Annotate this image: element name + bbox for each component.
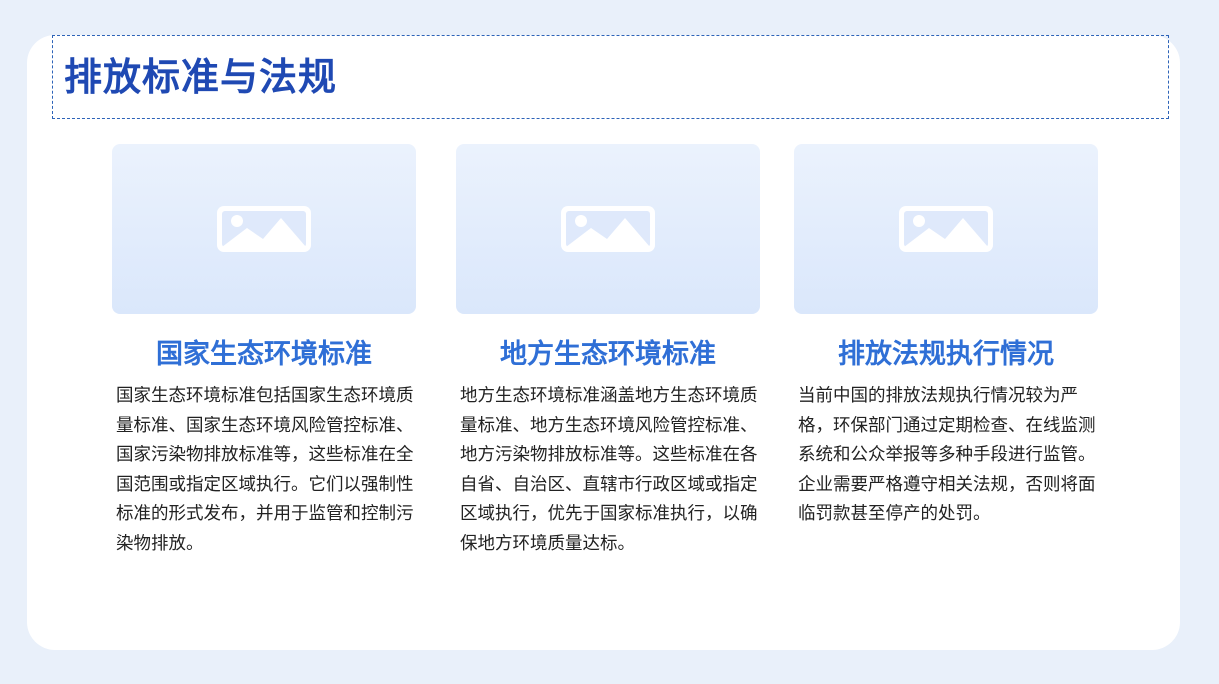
column-title: 排放法规执行情况 [838, 339, 1054, 370]
image-placeholder-icon [217, 206, 311, 252]
image-placeholder [456, 144, 760, 314]
column-local-standards: 地方生态环境标准 地方生态环境标准涵盖地方生态环境质量标准、地方生态环境风险管控… [456, 144, 760, 559]
page-title: 排放标准与法规 [64, 55, 338, 99]
image-placeholder-icon [899, 206, 993, 252]
column-title: 国家生态环境标准 [156, 339, 372, 370]
image-placeholder [112, 144, 416, 314]
image-placeholder-icon [561, 206, 655, 252]
column-title: 地方生态环境标准 [500, 339, 716, 370]
column-national-standards: 国家生态环境标准 国家生态环境标准包括国家生态环境质量标准、国家生态环境风险管控… [112, 144, 416, 559]
column-enforcement: 排放法规执行情况 当前中国的排放法规执行情况较为严格，环保部门通过定期检查、在线… [794, 144, 1098, 530]
column-text: 地方生态环境标准涵盖地方生态环境质量标准、地方生态环境风险管控标准、地方污染物排… [460, 386, 758, 554]
column-text: 当前中国的排放法规执行情况较为严格，环保部门通过定期检查、在线监测系统和公众举报… [798, 386, 1096, 524]
image-placeholder [794, 144, 1098, 314]
title-box: 排放标准与法规 [52, 35, 1169, 119]
column-text: 国家生态环境标准包括国家生态环境质量标准、国家生态环境风险管控标准、国家污染物排… [116, 386, 414, 554]
